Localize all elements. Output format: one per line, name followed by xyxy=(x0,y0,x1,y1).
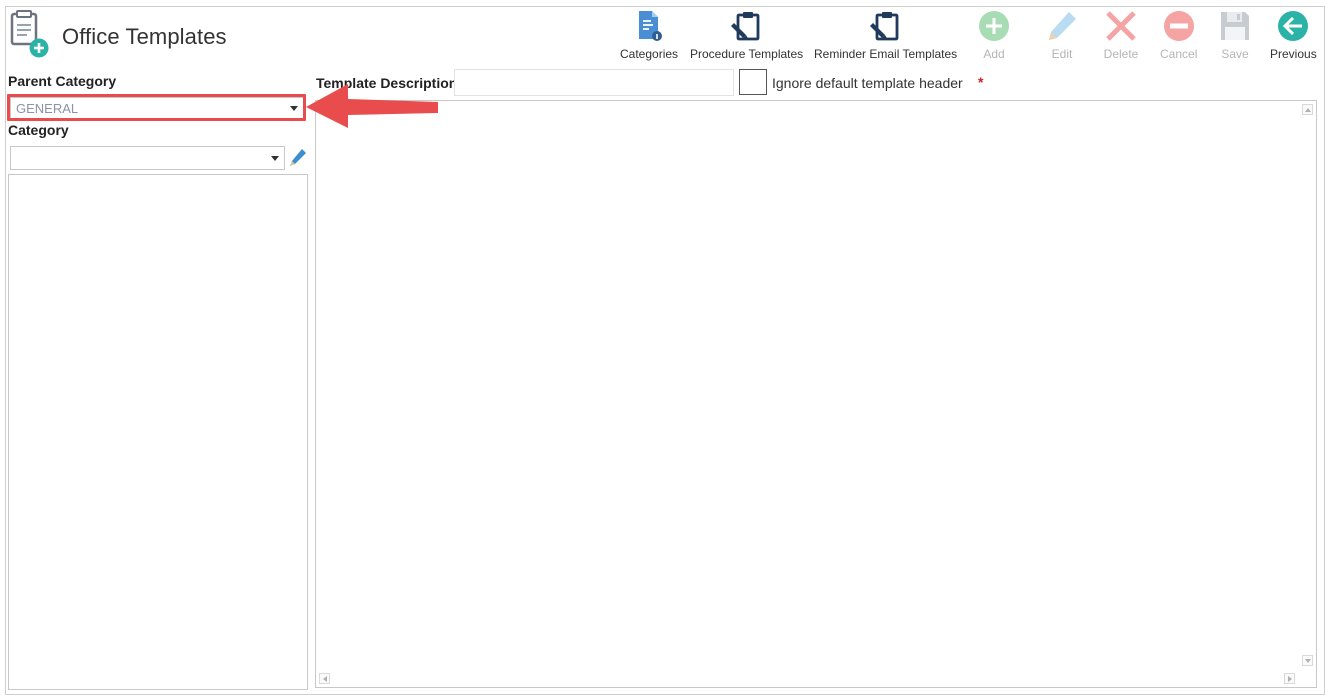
scroll-right-icon[interactable] xyxy=(1284,673,1295,684)
add-label: Add xyxy=(983,47,1005,61)
floppy-disk-icon xyxy=(1217,8,1253,44)
scroll-down-icon[interactable] xyxy=(1302,655,1313,666)
edit-category-pencil-icon[interactable] xyxy=(288,147,308,169)
previous-label: Previous xyxy=(1270,47,1317,61)
clipboard-pen-icon xyxy=(868,8,904,44)
chevron-down-icon xyxy=(271,156,279,161)
document-add-icon xyxy=(9,10,51,60)
edit-label: Edit xyxy=(1051,47,1073,61)
annotation-arrow-icon xyxy=(306,84,438,128)
highlight-box xyxy=(7,94,306,121)
x-icon xyxy=(1103,8,1139,44)
cancel-label: Cancel xyxy=(1160,47,1198,61)
clipboard-pen-icon xyxy=(729,8,765,44)
categories-label: Categories xyxy=(620,47,679,61)
cancel-button[interactable]: Cancel xyxy=(1160,8,1197,66)
page-title: Office Templates xyxy=(62,24,227,49)
reminder-email-templates-label: Reminder Email Templates xyxy=(814,47,958,61)
category-list[interactable] xyxy=(8,174,308,690)
procedure-templates-label: Procedure Templates xyxy=(690,47,804,61)
vertical-scrollbar[interactable] xyxy=(1299,101,1316,671)
delete-button[interactable]: Delete xyxy=(1103,8,1139,66)
save-label: Save xyxy=(1221,47,1249,61)
previous-button[interactable]: Previous xyxy=(1270,8,1317,66)
reminder-email-templates-button[interactable]: Reminder Email Templates xyxy=(814,8,957,66)
document-info-icon xyxy=(631,8,667,44)
plus-circle-icon xyxy=(976,8,1012,44)
minus-circle-icon xyxy=(1161,8,1197,44)
horizontal-scrollbar[interactable] xyxy=(316,670,1300,687)
ignore-header-checkbox[interactable] xyxy=(739,69,767,95)
categories-button[interactable]: Categories xyxy=(620,8,678,66)
scroll-up-icon[interactable] xyxy=(1302,104,1313,115)
delete-label: Delete xyxy=(1103,47,1139,61)
ignore-header-label: Ignore default template header xyxy=(772,75,963,91)
category-label: Category xyxy=(8,122,69,138)
add-button[interactable]: Add xyxy=(976,8,1012,66)
template-description-input[interactable] xyxy=(454,69,734,96)
scroll-left-icon[interactable] xyxy=(319,673,330,684)
save-button[interactable]: Save xyxy=(1217,8,1253,66)
arrow-left-circle-icon xyxy=(1275,8,1311,44)
category-dropdown[interactable] xyxy=(10,146,285,170)
edit-button[interactable]: Edit xyxy=(1044,8,1080,66)
required-marker: * xyxy=(978,74,984,90)
parent-category-label: Parent Category xyxy=(8,73,117,89)
procedure-templates-button[interactable]: Procedure Templates xyxy=(690,8,803,66)
pencil-icon xyxy=(1044,8,1080,44)
template-editor[interactable] xyxy=(315,100,1317,688)
